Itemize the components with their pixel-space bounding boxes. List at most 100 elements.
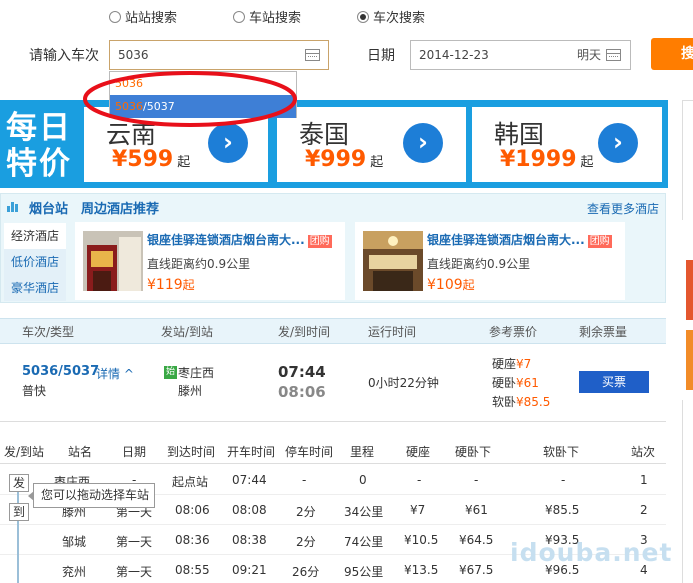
- seat-type: 硬座: [492, 357, 517, 371]
- deal-card-korea[interactable]: 韩国 ¥1999 起 ›: [472, 107, 662, 182]
- drag-hint-tooltip: 您可以拖动选择车站: [28, 483, 155, 508]
- stop-seat-price: ¥13.5: [404, 563, 439, 577]
- train-result-row: 5036/5037 详情 ^ 普快 始 枣庄西 滕州 07:44 08:06 0…: [0, 344, 666, 422]
- deal-price-value: ¥599: [112, 147, 174, 172]
- stop-seat-price: -: [417, 473, 422, 487]
- radio-dot[interactable]: [109, 10, 121, 23]
- chevron-right-icon[interactable]: ›: [598, 123, 638, 163]
- tab-economy-hotel[interactable]: 经济酒店: [4, 223, 66, 249]
- hotel-name[interactable]: 银座佳驿连锁酒店烟台南大... 团购: [427, 231, 612, 248]
- banner-title-line1: 每日: [6, 110, 72, 146]
- hotel-price-suffix: 起: [182, 278, 195, 292]
- stop-depart: 09:21: [232, 563, 267, 577]
- stops-col-header: 里程: [350, 445, 375, 459]
- col-remaining: 剩余票量: [579, 325, 628, 339]
- seat-type: 软卧: [492, 395, 517, 409]
- hotel-photo[interactable]: [83, 231, 143, 291]
- tab-budget-hotel[interactable]: 低价酒店: [4, 249, 66, 275]
- deal-price: ¥599 起: [112, 147, 190, 172]
- radio-label: 车次搜索: [373, 11, 426, 26]
- stops-col-header: 日期: [122, 445, 147, 459]
- radio-station-search[interactable]: 车站搜索: [233, 7, 301, 26]
- hotel-price: ¥109起: [427, 276, 475, 293]
- stops-col-header: 停车时间: [285, 445, 334, 459]
- detail-link[interactable]: 详情 ^: [96, 365, 134, 382]
- hotel-name[interactable]: 银座佳驿连锁酒店烟台南大... 团购: [147, 231, 332, 248]
- depart-time: 07:44: [278, 363, 326, 381]
- radio-dot[interactable]: [233, 10, 245, 23]
- train-number-input[interactable]: 5036: [109, 40, 329, 70]
- to-station-handle[interactable]: 到: [9, 503, 29, 521]
- stops-col-header: 站次: [631, 445, 656, 459]
- building-icon: [7, 202, 18, 212]
- hotel-price: ¥119起: [147, 276, 195, 293]
- radio-train-search[interactable]: 车次搜索: [357, 7, 425, 26]
- date-label: 日期: [367, 48, 395, 64]
- stops-col-header: 硬座: [406, 445, 431, 459]
- search-button-label: 搜: [681, 46, 693, 62]
- train-type: 普快: [22, 384, 47, 398]
- hotel-photo[interactable]: [363, 231, 423, 291]
- sidebar-ad-block: [686, 330, 693, 390]
- tab-luxury-hotel[interactable]: 豪华酒店: [4, 275, 66, 301]
- stop-index: 1: [640, 473, 648, 487]
- col-price: 参考票价: [489, 325, 538, 339]
- radio-station-to-station[interactable]: 站站搜索: [109, 7, 177, 26]
- deal-card-thailand[interactable]: 泰国 ¥999 起 ›: [277, 107, 466, 182]
- deal-price: ¥1999 起: [500, 147, 594, 172]
- deal-price: ¥999 起: [305, 147, 383, 172]
- seat-price: ¥61: [516, 376, 539, 390]
- stop-depart: 08:08: [232, 503, 267, 517]
- hotel-panel-header: 烟台站 周边酒店推荐 查看更多酒店: [1, 194, 665, 218]
- run-duration: 0小时22分钟: [368, 376, 439, 390]
- stop-day: 第一天: [116, 535, 153, 549]
- stops-col-header: 软卧下: [543, 445, 580, 459]
- sidebar-frame: [682, 400, 693, 583]
- stops-col-header: 站名: [68, 445, 93, 459]
- hotel-card[interactable]: 银座佳驿连锁酒店烟台南大... 团购 直线距离约0.9公里 ¥109起: [355, 222, 625, 300]
- stop-arrive: 08:36: [175, 533, 210, 547]
- stop-distance: 34公里: [344, 505, 384, 519]
- nearby-hotels-panel: 烟台站 周边酒店推荐 查看更多酒店 经济酒店 低价酒店 豪华酒店 银座佳驿连锁酒…: [0, 193, 666, 303]
- stop-hard-sleeper-price: ¥67.5: [459, 563, 494, 577]
- col-time: 发/到时间: [278, 325, 331, 339]
- seat-price: ¥85.5: [516, 395, 551, 409]
- stop-day: 第一天: [116, 565, 153, 579]
- hotel-name-text: 银座佳驿连锁酒店烟台南大...: [427, 233, 585, 247]
- chevron-up-icon: ^: [123, 367, 134, 381]
- date-hint: 明天: [577, 48, 602, 62]
- stop-hard-sleeper-price: ¥61: [465, 503, 488, 517]
- deal-price-suffix: 起: [370, 155, 384, 170]
- stop-distance: 74公里: [344, 535, 384, 549]
- group-buy-badge: 团购: [307, 235, 332, 248]
- stop-station: 兖州: [62, 565, 87, 579]
- list-icon[interactable]: [305, 49, 320, 61]
- stop-station: 邹城: [62, 535, 87, 549]
- detail-link-label: 详情: [96, 367, 121, 381]
- radio-label: 车站搜索: [249, 11, 302, 26]
- banner-title-line2: 特价: [6, 146, 72, 182]
- station-range-track[interactable]: [17, 485, 19, 583]
- watermark: idouba.net: [510, 538, 673, 567]
- search-button[interactable]: 搜: [651, 38, 693, 70]
- more-hotels-link[interactable]: 查看更多酒店: [587, 200, 659, 217]
- banner-title: 每日 特价: [6, 110, 72, 182]
- col-duration: 运行时间: [368, 325, 417, 339]
- from-station-handle[interactable]: 发: [9, 474, 29, 492]
- hotel-distance: 直线距离约0.9公里: [427, 257, 531, 271]
- buy-ticket-button[interactable]: 买票: [579, 371, 649, 393]
- radio-dot-selected[interactable]: [357, 10, 369, 23]
- stop-seat-price: ¥7: [410, 503, 426, 517]
- train-number[interactable]: 5036/5037: [22, 364, 99, 379]
- hotel-panel-title: 周边酒店推荐: [81, 202, 160, 217]
- chevron-right-icon[interactable]: ›: [403, 123, 443, 163]
- deal-price-suffix: 起: [177, 155, 191, 170]
- sidebar-frame: [682, 100, 693, 220]
- sidebar-ad-block: [686, 260, 693, 320]
- date-input[interactable]: 2014-12-23 明天: [410, 40, 631, 70]
- hotel-card[interactable]: 银座佳驿连锁酒店烟台南大... 团购 直线距离约0.9公里 ¥119起: [75, 222, 345, 300]
- train-number-value: 5036: [118, 48, 149, 62]
- calendar-icon[interactable]: [606, 49, 621, 61]
- price-line: 硬座¥7: [492, 355, 531, 372]
- deal-price-suffix: 起: [580, 155, 594, 170]
